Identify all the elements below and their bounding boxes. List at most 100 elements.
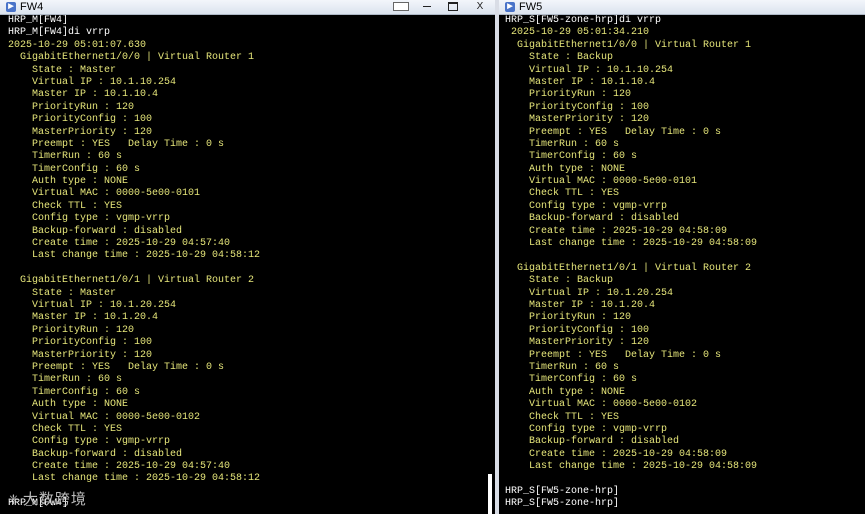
watermark-logo-icon: ❈ <box>8 493 20 508</box>
terminal-output-line: MasterPriority : 120 <box>505 337 650 349</box>
terminal-output-line: Config type : vgmp-vrrp <box>8 213 171 225</box>
terminal-output-line: Config type : vgmp-vrrp <box>8 436 171 448</box>
terminal-output-line: Virtual MAC : 0000-5e00-0102 <box>505 399 698 411</box>
terminal-window-fw4: ▶ FW4 X HRP_M[FW4] HRP_M[FW4]di vrrp 2025-… <box>0 0 495 514</box>
terminal-output-line: PriorityConfig : 100 <box>8 337 153 349</box>
terminal-output-line: PriorityRun : 120 <box>8 101 135 113</box>
terminal-output-line: 2025-10-29 05:01:34.210 <box>505 27 650 39</box>
terminal-output-line: Virtual IP : 10.1.10.254 <box>505 64 674 76</box>
terminal-output-line: State : Backup <box>505 52 614 64</box>
terminal-output[interactable]: HRP_M[FW4] HRP_M[FW4]di vrrp 2025-10-29 05… <box>0 15 495 514</box>
terminal-output-line: TimerRun : 60 s <box>505 361 620 373</box>
terminal-output-line: Master IP : 10.1.20.4 <box>8 312 159 324</box>
watermark: ❈ 大数跨境 <box>8 488 87 509</box>
terminal-output-line: Last change time : 2025-10-29 04:58:12 <box>8 250 261 262</box>
terminal-output-line: State : Backup <box>505 275 614 287</box>
terminal-output-line: Create time : 2025-10-29 04:57:40 <box>8 238 231 250</box>
terminal-output-line: Config type : vgmp-vrrp <box>505 200 668 212</box>
terminal-output-line: MasterPriority : 120 <box>505 114 650 126</box>
terminal-output-line: Create time : 2025-10-29 04:58:09 <box>505 225 728 237</box>
terminal-prompt-line: HRP_M[FW4] <box>8 15 69 26</box>
terminal-output-line: TimerConfig : 60 s <box>8 386 141 398</box>
terminal-output-line: MasterPriority : 120 <box>8 349 153 361</box>
terminal-output-line: Preempt : YES Delay Time : 0 s <box>505 126 722 138</box>
terminal-output-line: TimerConfig : 60 s <box>505 151 638 163</box>
maximize-button[interactable] <box>441 0 465 13</box>
restore-button[interactable] <box>389 0 413 13</box>
terminal-output-line: TimerRun : 60 s <box>8 151 123 163</box>
terminal-output-line: GigabitEthernet1/0/0 | Virtual Router 1 <box>8 52 255 64</box>
terminal-output-line: Last change time : 2025-10-29 04:58:12 <box>8 473 261 485</box>
terminal-output-line: Backup-forward : disabled <box>8 448 183 460</box>
terminal-output-line: Virtual IP : 10.1.20.254 <box>8 299 177 311</box>
watermark-text: 大数跨境 <box>22 490 87 508</box>
terminal-app-icon: ▶ <box>505 2 515 12</box>
minimize-button[interactable] <box>415 0 439 13</box>
terminal-output-line: Virtual MAC : 0000-5e00-0101 <box>505 176 698 188</box>
terminal-output-line: 2025-10-29 05:01:07.630 <box>8 39 147 51</box>
terminal-output-line: State : Master <box>8 64 117 76</box>
terminal-output-line: Backup-forward : disabled <box>505 436 680 448</box>
terminal-output-line: Preempt : YES Delay Time : 0 s <box>505 349 722 361</box>
terminal-output-line: Master IP : 10.1.10.4 <box>505 76 656 88</box>
terminal-output-line: Create time : 2025-10-29 04:57:40 <box>8 461 231 473</box>
terminal-output-line: Backup-forward : disabled <box>505 213 680 225</box>
terminal-output-line: MasterPriority : 120 <box>8 126 153 138</box>
titlebar[interactable]: ▶ FW4 X <box>0 0 495 15</box>
terminal-output-line: Config type : vgmp-vrrp <box>505 423 668 435</box>
terminal-output-line: Master IP : 10.1.10.4 <box>8 89 159 101</box>
terminal-output-line: Virtual IP : 10.1.10.254 <box>8 76 177 88</box>
terminal-output-line: Virtual MAC : 0000-5e00-0101 <box>8 188 201 200</box>
terminal-output-line: TimerConfig : 60 s <box>8 163 141 175</box>
terminal-output-line: State : Master <box>8 287 117 299</box>
terminal-output-line: Auth type : NONE <box>8 176 129 188</box>
window-title: FW4 <box>20 1 44 13</box>
terminal-output-line: Virtual IP : 10.1.20.254 <box>505 287 674 299</box>
terminal-window-fw5: ▶ FW5 HRP_S[FW5-zone-hrp]di vrrp 2025-10… <box>499 0 865 514</box>
terminal-output-line: PriorityConfig : 100 <box>8 114 153 126</box>
scrollbar[interactable] <box>485 474 495 514</box>
close-button[interactable]: X <box>467 0 493 13</box>
terminal-prompt-line: HRP_S[FW5-zone-hrp] <box>505 485 620 497</box>
scrollbar-thumb[interactable] <box>488 474 492 514</box>
maximize-icon <box>448 1 458 11</box>
terminal-output-line: GigabitEthernet1/0/1 | Virtual Router 2 <box>505 262 752 274</box>
terminal-output-line: Auth type : NONE <box>8 399 129 411</box>
terminal-output-line: TimerRun : 60 s <box>8 374 123 386</box>
terminal-output-line: Check TTL : YES <box>505 188 620 200</box>
terminal-output-line: Auth type : NONE <box>505 163 626 175</box>
terminal-output-line: Check TTL : YES <box>8 200 123 212</box>
terminal-output-line: Create time : 2025-10-29 04:58:09 <box>505 448 728 460</box>
restore-icon <box>393 1 409 11</box>
terminal-output-line: TimerRun : 60 s <box>505 138 620 150</box>
titlebar[interactable]: ▶ FW5 <box>499 0 865 15</box>
terminal-output-line: Check TTL : YES <box>8 423 123 435</box>
terminal-output-line: Preempt : YES Delay Time : 0 s <box>8 138 225 150</box>
terminal-output-line: TimerConfig : 60 s <box>505 374 638 386</box>
minimize-icon <box>423 5 431 7</box>
terminal-prompt-line: HRP_S[FW5-zone-hrp]di vrrp <box>505 15 662 26</box>
terminal-output-line: PriorityRun : 120 <box>505 89 632 101</box>
terminal-output-line: PriorityConfig : 100 <box>505 324 650 336</box>
terminal-output-line: Last change time : 2025-10-29 04:58:09 <box>505 461 758 473</box>
terminal-output-line: PriorityRun : 120 <box>505 312 632 324</box>
terminal-output-line: Backup-forward : disabled <box>8 225 183 237</box>
terminal-app-icon: ▶ <box>6 2 16 12</box>
terminal-output-line: Master IP : 10.1.20.4 <box>505 299 656 311</box>
terminal-output-line: PriorityConfig : 100 <box>505 101 650 113</box>
terminal-output-line: GigabitEthernet1/0/1 | Virtual Router 2 <box>8 275 255 287</box>
terminal-output[interactable]: HRP_S[FW5-zone-hrp]di vrrp 2025-10-29 05… <box>499 15 865 514</box>
terminal-prompt-line: HRP_S[FW5-zone-hrp] <box>505 498 620 510</box>
terminal-prompt-line: HRP_M[FW4]di vrrp <box>8 27 111 39</box>
terminal-output-line: Preempt : YES Delay Time : 0 s <box>8 361 225 373</box>
terminal-output-line: GigabitEthernet1/0/0 | Virtual Router 1 <box>505 39 752 51</box>
terminal-output-line: PriorityRun : 120 <box>8 324 135 336</box>
terminal-output-line: Check TTL : YES <box>505 411 620 423</box>
window-title: FW5 <box>519 1 543 13</box>
terminal-output-line: Auth type : NONE <box>505 386 626 398</box>
terminal-output-line: Virtual MAC : 0000-5e00-0102 <box>8 411 201 423</box>
terminal-output-line: Last change time : 2025-10-29 04:58:09 <box>505 238 758 250</box>
